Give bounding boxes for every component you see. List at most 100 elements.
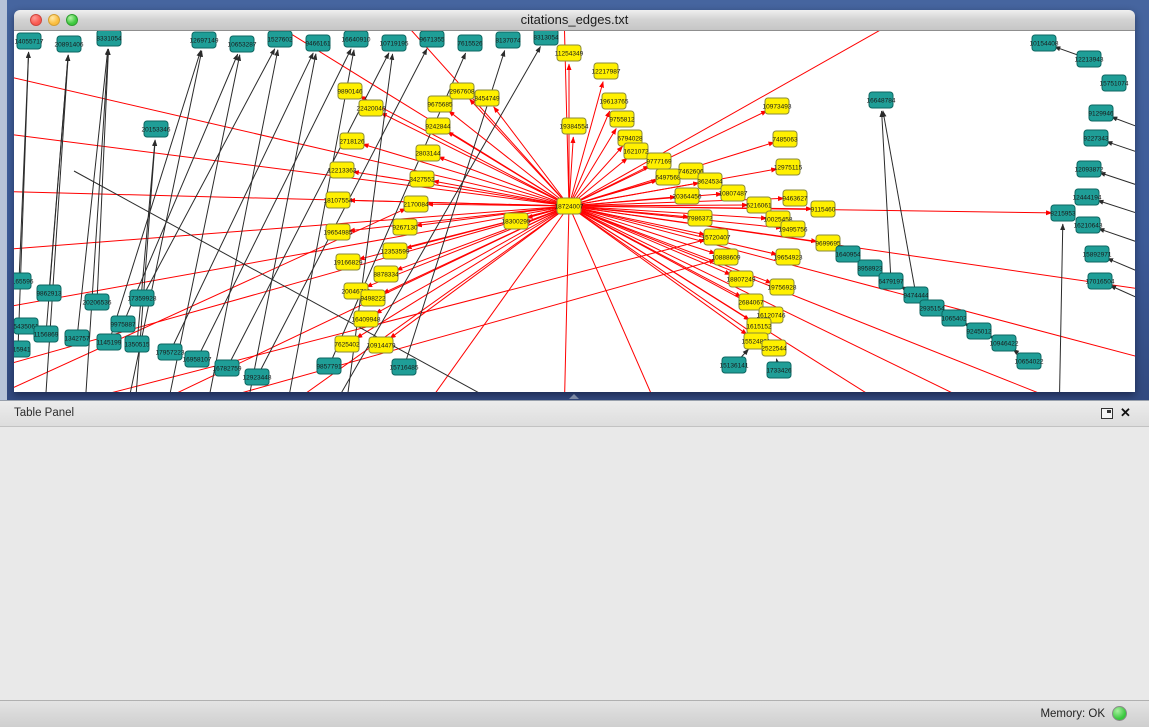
graph-edge[interactable] (134, 140, 155, 392)
graph-node[interactable]: 12444194 (1073, 189, 1102, 205)
graph-node[interactable]: 3624534 (697, 173, 723, 189)
graph-node[interactable]: 19654923 (774, 249, 803, 265)
graph-edge[interactable] (1097, 200, 1135, 217)
graph-node[interactable]: 3915941 (14, 341, 31, 357)
graph-edge[interactable] (123, 54, 238, 324)
network-window-titlebar[interactable]: citations_edges.txt (14, 10, 1135, 31)
split-pane-handle[interactable] (569, 394, 579, 399)
graph-node[interactable]: 9777169 (646, 153, 672, 169)
graph-node[interactable]: 1615152 (746, 318, 772, 334)
graph-node[interactable]: 20165596 (14, 273, 34, 289)
network-canvas-svg[interactable]: 1405571720891406833105412697149106532871… (14, 31, 1135, 392)
graph-node[interactable]: 2803144 (415, 145, 441, 161)
graph-node[interactable]: 12213363 (328, 162, 357, 178)
graph-node[interactable]: 2718126 (339, 133, 365, 149)
graph-node[interactable]: 7615526 (457, 35, 483, 51)
graph-node[interactable]: 16210643 (1074, 217, 1103, 233)
graph-node[interactable]: 2967608 (449, 83, 475, 99)
graph-node[interactable]: 12093872 (1075, 161, 1104, 177)
graph-node[interactable]: 9129946 (1088, 105, 1114, 121)
graph-node[interactable]: 19166829 (334, 254, 363, 270)
graph-node[interactable]: 2170084 (403, 196, 429, 212)
graph-node[interactable]: 9115460 (811, 201, 836, 217)
graph-node[interactable]: 10654022 (1015, 353, 1044, 369)
graph-node[interactable]: 20364456 (673, 188, 702, 204)
graph-edge[interactable] (569, 137, 573, 206)
graph-node[interactable]: 1156869 (34, 326, 59, 342)
graph-node[interactable]: 12213943 (1075, 51, 1104, 67)
graph-edge[interactable] (19, 52, 29, 281)
network-canvas[interactable]: 1405571720891406833105412697149106532871… (14, 31, 1135, 392)
graph-node[interactable]: 8313054 (533, 31, 559, 45)
graph-node[interactable]: 19654985 (324, 224, 353, 240)
graph-edge[interactable] (363, 144, 569, 206)
graph-node[interactable]: 3427552 (409, 171, 435, 187)
graph-node[interactable]: 2935154 (919, 300, 945, 316)
graph-node[interactable]: 22420046 (357, 100, 386, 116)
graph-node[interactable]: 9857791 (316, 358, 342, 374)
graph-node[interactable]: 9755812 (609, 111, 635, 127)
graph-node[interactable]: 10653287 (228, 36, 257, 52)
graph-node[interactable]: 6497568 (655, 169, 681, 185)
graph-node[interactable]: 9267130 (392, 219, 418, 235)
graph-node[interactable]: 12217987 (592, 63, 621, 79)
graph-edge[interactable] (137, 140, 155, 344)
graph-node[interactable]: 9890146 (337, 83, 363, 99)
graph-node[interactable]: 8137074 (495, 32, 521, 48)
graph-node[interactable]: 9245012 (966, 323, 992, 339)
graph-node[interactable]: 9671355 (419, 31, 445, 47)
graph-node[interactable]: 10946422 (990, 335, 1019, 351)
graph-node[interactable]: 9675685 (427, 96, 453, 112)
graph-node[interactable]: 7625402 (334, 336, 360, 352)
graph-edge[interactable] (882, 111, 891, 281)
graph-node[interactable]: 16409948 (352, 311, 381, 327)
graph-node[interactable]: 16640910 (342, 31, 371, 47)
graph-edge[interactable] (244, 54, 316, 392)
graph-edge[interactable] (564, 206, 569, 392)
graph-node[interactable]: 20206536 (83, 294, 112, 310)
graph-node[interactable]: 19384554 (560, 118, 589, 134)
graph-node[interactable]: 8454749 (474, 90, 500, 106)
graph-node[interactable]: 20153346 (142, 121, 171, 137)
graph-node[interactable]: 7485063 (772, 131, 798, 147)
graph-node[interactable]: 15720407 (702, 229, 731, 245)
graph-node[interactable]: 18807249 (727, 271, 756, 287)
graph-node[interactable]: 15136141 (720, 357, 749, 373)
graph-node[interactable]: 18300295 (502, 213, 531, 229)
graph-hub-node[interactable]: 18724007 (555, 198, 584, 214)
graph-node[interactable]: 2522544 (761, 340, 787, 356)
graph-node[interactable]: 1640954 (835, 246, 861, 262)
graph-node[interactable]: 1145199 (97, 334, 122, 350)
graph-node[interactable]: 6479197 (878, 273, 904, 289)
graph-node[interactable]: 1342757 (64, 330, 90, 346)
graph-node[interactable]: 14055717 (15, 33, 44, 49)
graph-node[interactable]: 19495756 (779, 221, 808, 237)
graph-node[interactable]: 9498222 (360, 290, 386, 306)
graph-node[interactable]: 10807487 (719, 185, 748, 201)
graph-edge[interactable] (1099, 172, 1135, 189)
graph-edge[interactable] (414, 206, 569, 392)
graph-node[interactable]: 18107554 (324, 192, 353, 208)
graph-node[interactable]: 9466161 (305, 35, 331, 51)
graph-edge[interactable] (381, 113, 569, 206)
graph-node[interactable]: 10154408 (1030, 35, 1059, 51)
graph-node[interactable]: 9242844 (425, 118, 451, 134)
graph-node[interactable]: 1065402 (941, 310, 967, 326)
graph-node[interactable]: 12353599 (381, 243, 410, 259)
graph-edge[interactable] (883, 111, 916, 295)
graph-edge[interactable] (49, 55, 68, 293)
graph-node[interactable]: 16958107 (183, 351, 212, 367)
graph-node[interactable]: 17957223 (156, 344, 185, 360)
graph-node[interactable]: 15751074 (1100, 75, 1129, 91)
graph-node[interactable]: 17359928 (128, 290, 157, 306)
graph-node[interactable]: 7986372 (687, 210, 713, 226)
graph-node[interactable]: 15892971 (1083, 246, 1112, 262)
close-panel-icon[interactable]: ✕ (1120, 405, 1131, 421)
graph-node[interactable]: 12697149 (190, 32, 219, 48)
graph-node[interactable]: 16782759 (213, 360, 242, 376)
graph-node[interactable]: 16648784 (867, 92, 896, 108)
graph-node[interactable]: 10914479 (367, 337, 396, 353)
graph-edge[interactable] (569, 206, 1135, 361)
graph-edge[interactable] (1111, 117, 1135, 131)
graph-node[interactable]: 10973493 (763, 98, 792, 114)
